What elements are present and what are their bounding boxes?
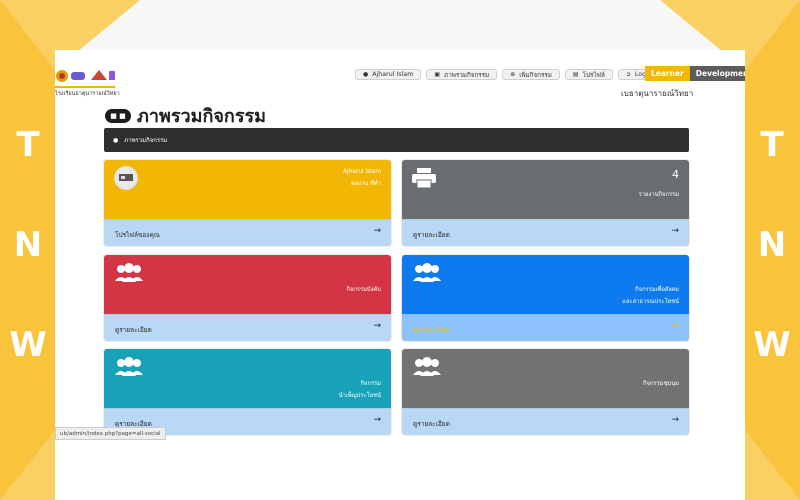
card-report-link[interactable]: ดูรายละเอียด bbox=[413, 230, 450, 240]
card-required-body: กิจกรรมบังคับ bbox=[104, 255, 391, 314]
school-logo[interactable]: โรงเรียนธาตุนารายณ์วิทยา bbox=[55, 66, 120, 102]
avatar bbox=[114, 166, 138, 190]
card-social-title-1: กิจกรรมเพื่อสังคม bbox=[635, 287, 679, 293]
frame-letter-w-right: W bbox=[753, 325, 791, 365]
frame-letter-n-left: N bbox=[13, 225, 43, 265]
card-required-footer[interactable]: ดูรายละเอียด → bbox=[104, 314, 391, 341]
arrow-right-icon[interactable]: → bbox=[671, 321, 679, 331]
card-profile: Ajharul Islam ผลงาน ที่ทำ โปรไฟล์ของคุณ … bbox=[104, 160, 391, 246]
arrow-right-icon[interactable]: → bbox=[671, 226, 679, 236]
arrow-right-icon[interactable]: → bbox=[671, 415, 679, 425]
card-volunteer-activities: กิจกรรม นำเพ็ญประโยชน์ ดูรายละเอียด → bbox=[104, 349, 391, 435]
frame-letter-w-left: W bbox=[9, 325, 47, 365]
card-club-activities: กิจกรรมชุมนุม ดูรายละเอียด → bbox=[402, 349, 689, 435]
nav-overview-label: ภาพรวมกิจกรรม bbox=[444, 71, 490, 79]
nav-profile-label: โปรไฟล์ bbox=[582, 71, 605, 79]
frame-letter-t-right: T bbox=[760, 125, 784, 165]
printer-icon bbox=[412, 168, 436, 188]
card-volunteer-body: กิจกรรม นำเพ็ญประโยชน์ bbox=[104, 349, 391, 408]
users-group-icon bbox=[413, 357, 441, 376]
user-icon: ● bbox=[113, 136, 119, 144]
card-volunteer-title-2: นำเพ็ญประโยชน์ bbox=[338, 393, 381, 399]
users-group-icon bbox=[115, 263, 143, 282]
card-required-activities: กิจกรรมบังคับ ดูรายละเอียด → bbox=[104, 255, 391, 341]
card-club-footer[interactable]: ดูรายละเอียด → bbox=[402, 408, 689, 435]
card-club-link[interactable]: ดูรายละเอียด bbox=[413, 419, 450, 429]
breadcrumb-label: ภาพรวมกิจกรรม bbox=[124, 137, 168, 144]
frame-letter-t-left: T bbox=[16, 125, 40, 165]
nav-user-label: Ajharul Islam bbox=[372, 71, 414, 78]
program-tabs: Learner Development A bbox=[645, 66, 745, 81]
card-profile-footer[interactable]: โปรไฟล์ของคุณ → bbox=[104, 219, 391, 246]
nav-add-activity-button[interactable]: ⊕ เพิ่มกิจกรรม bbox=[502, 69, 560, 80]
card-report-title: รายงานกิจกรรม bbox=[638, 192, 679, 198]
card-report: 4 รายงานกิจกรรม ดูรายละเอียด → bbox=[402, 160, 689, 246]
card-social-link[interactable]: ดูรายละเอียด bbox=[413, 325, 450, 335]
app-screen: โรงเรียนธาตุนารายณ์วิทยา ● Ajharul Islam… bbox=[55, 50, 745, 500]
card-club-body: กิจกรรมชุมนุม bbox=[402, 349, 689, 408]
gamepad-icon: ■ ■ bbox=[105, 108, 131, 123]
card-social-title-2: และสาธารณประโยชน์ bbox=[622, 299, 679, 305]
card-report-body: 4 รายงานกิจกรรม bbox=[402, 160, 689, 219]
profile-card-icon: ▤ bbox=[572, 71, 579, 78]
page-title-text: ภาพรวมกิจกรรม bbox=[137, 106, 267, 127]
card-profile-link[interactable]: โปรไฟล์ของคุณ bbox=[115, 230, 160, 240]
breadcrumb: ● ภาพรวมกิจกรรม bbox=[104, 128, 689, 152]
tab-learner[interactable]: Learner bbox=[645, 66, 690, 81]
card-club-title: กิจกรรมชุมนุม bbox=[642, 381, 679, 387]
card-profile-body: Ajharul Islam ผลงาน ที่ทำ bbox=[104, 160, 391, 219]
top-navigation: ● Ajharul Islam ▣ ภาพรวมกิจกรรม ⊕ เพิ่มก… bbox=[355, 69, 665, 80]
card-report-footer[interactable]: ดูรายละเอียด → bbox=[402, 219, 689, 246]
users-group-icon bbox=[413, 263, 441, 282]
nav-add-activity-label: เพิ่มกิจกรรม bbox=[519, 71, 552, 79]
page-title: ■ ■ ภาพรวมกิจกรรม bbox=[105, 101, 266, 130]
card-social-footer[interactable]: ดูรายละเอียด → bbox=[402, 314, 689, 341]
arrow-right-icon[interactable]: → bbox=[373, 321, 381, 331]
card-required-title: กิจกรรมบังคับ bbox=[346, 287, 381, 293]
users-group-icon bbox=[115, 357, 143, 376]
link-status-bar: ub/admin/index.php?page=all-social bbox=[55, 427, 166, 440]
card-required-link[interactable]: ดูรายละเอียด bbox=[115, 325, 152, 335]
user-icon: ● bbox=[363, 71, 369, 78]
add-icon: ⊕ bbox=[510, 71, 516, 78]
logo-underline bbox=[55, 86, 115, 88]
school-emblem-icon bbox=[56, 70, 115, 82]
card-report-count: 4 bbox=[672, 168, 679, 181]
frame-letter-n-right: N bbox=[757, 225, 787, 265]
card-social-activities: กิจกรรมเพื่อสังคม และสาธารณประโยชน์ ดูรา… bbox=[402, 255, 689, 341]
card-social-body: กิจกรรมเพื่อสังคม และสาธารณประโยชน์ bbox=[402, 255, 689, 314]
nav-overview-button[interactable]: ▣ ภาพรวมกิจกรรม bbox=[426, 69, 498, 80]
school-tagline: เบธาตุนารายณ์วิทยา bbox=[621, 89, 694, 98]
activity-icon: ▣ bbox=[434, 71, 441, 78]
card-volunteer-title-1: กิจกรรม bbox=[360, 381, 381, 387]
arrow-right-icon[interactable]: → bbox=[373, 226, 381, 236]
nav-user-button[interactable]: ● Ajharul Islam bbox=[355, 69, 422, 80]
tab-development[interactable]: Development bbox=[689, 66, 745, 81]
card-profile-name: Ajharul Islam bbox=[343, 169, 381, 175]
card-profile-subtitle: ผลงาน ที่ทำ bbox=[351, 181, 381, 187]
arrow-right-icon[interactable]: → bbox=[373, 415, 381, 425]
school-name: โรงเรียนธาตุนารายณ์วิทยา bbox=[55, 91, 120, 97]
logout-icon: ➲ bbox=[625, 71, 631, 78]
nav-profile-button[interactable]: ▤ โปรไฟล์ bbox=[564, 69, 613, 80]
